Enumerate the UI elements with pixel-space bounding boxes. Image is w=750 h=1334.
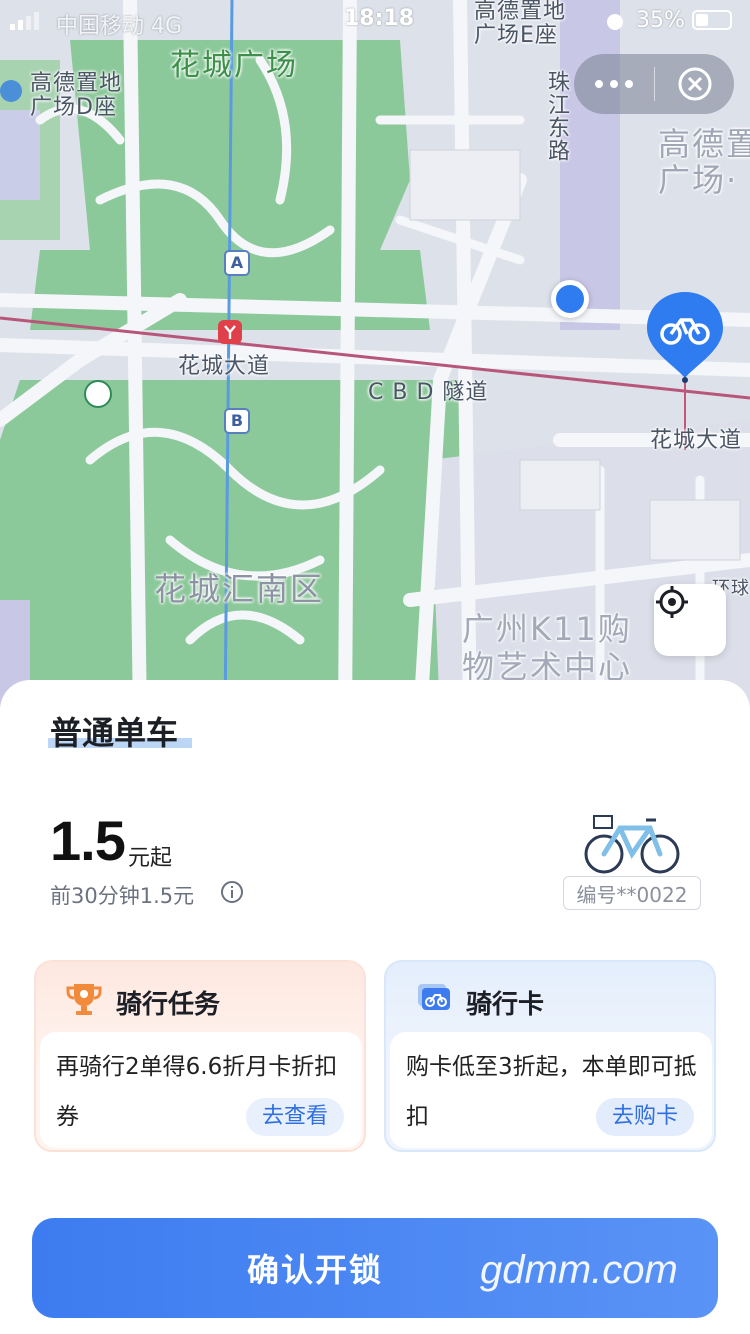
miniprogram-capsule	[574, 54, 734, 114]
map-label-huachenghui-south: 花城汇南区	[154, 570, 325, 608]
user-location-dot	[551, 280, 589, 318]
map-label-gaode-d: 高德置地 广场D座	[30, 71, 123, 120]
bike-pin-icon	[647, 292, 723, 383]
map-label-cbd-tunnel: C B D 隧道	[368, 380, 489, 405]
map-label-zhujiang-road: 珠江东路	[544, 70, 569, 162]
more-dots-icon	[595, 80, 633, 88]
metro-station-icon	[218, 320, 242, 344]
crosshair-icon	[656, 586, 688, 618]
price-unit: 元起	[128, 846, 173, 871]
more-button[interactable]	[574, 54, 654, 114]
view-task-button[interactable]: 去查看	[245, 1098, 344, 1136]
alarm-icon	[607, 14, 623, 30]
riding-task-card[interactable]: 骑行任务 再骑行2单得6.6折月卡折扣券 去查看	[34, 960, 366, 1152]
battery-percent: 35%	[636, 8, 685, 33]
card-body: 购卡低至3折起，本单即可抵扣 去购卡	[390, 1032, 712, 1148]
bike-type-title: 普通单车	[50, 714, 179, 752]
price-value: 1.5	[50, 809, 126, 872]
metro-exit-a: A	[224, 250, 250, 276]
map-label-huacheng-avenue: 花城大道	[178, 354, 271, 379]
map-label-huacheng-avenue-right: 花城大道	[650, 428, 743, 453]
carrier-label: 中国移动 4G	[56, 14, 183, 39]
bike-location-pin[interactable]	[643, 288, 727, 384]
card-body: 再骑行2单得6.6折月卡折扣券 去查看	[40, 1032, 362, 1148]
battery-icon	[692, 10, 732, 30]
signal-icon	[10, 12, 39, 30]
map-label-k11: 广州K11购 物艺术中心	[462, 610, 633, 686]
bike-illustration	[584, 815, 680, 874]
bike-detail-sheet: 普通单车 1.5 元起 前30分钟1.5元 编号**0022 骑行任务 再骑行2…	[0, 680, 750, 1334]
riding-task-title: 骑行任务	[116, 990, 221, 1020]
close-button[interactable]	[655, 54, 734, 114]
riding-pass-card[interactable]: 骑行卡 购卡低至3折起，本单即可抵扣 去购卡	[384, 960, 716, 1152]
building-marker-icon	[0, 80, 22, 102]
card-header: 骑行卡	[386, 962, 714, 1032]
confirm-unlock-label: 确认开锁	[246, 1251, 383, 1289]
buy-pass-button[interactable]: 去购卡	[595, 1098, 694, 1136]
card-header: 骑行任务	[36, 962, 364, 1032]
info-icon[interactable]	[220, 880, 244, 904]
bike-card-icon	[418, 984, 450, 1010]
metro-exit-b: B	[224, 408, 250, 434]
bike-number: 编号**0022	[563, 876, 701, 910]
locate-me-button[interactable]	[654, 584, 726, 656]
riding-pass-title: 骑行卡	[466, 990, 545, 1020]
status-bar: 中国移动 4G 18:18 35%	[0, 0, 750, 40]
price-description: 前30分钟1.5元	[50, 884, 195, 908]
watermark-text: gdmm.com	[480, 1248, 678, 1292]
trophy-icon	[66, 984, 102, 1015]
map-label-gaode-right: 高德置 广场·	[658, 125, 750, 199]
map-label-huacheng-square: 花城广场	[170, 48, 298, 83]
store-marker-icon	[84, 380, 112, 408]
clock: 18:18	[344, 6, 415, 31]
close-circle-icon	[678, 67, 711, 101]
